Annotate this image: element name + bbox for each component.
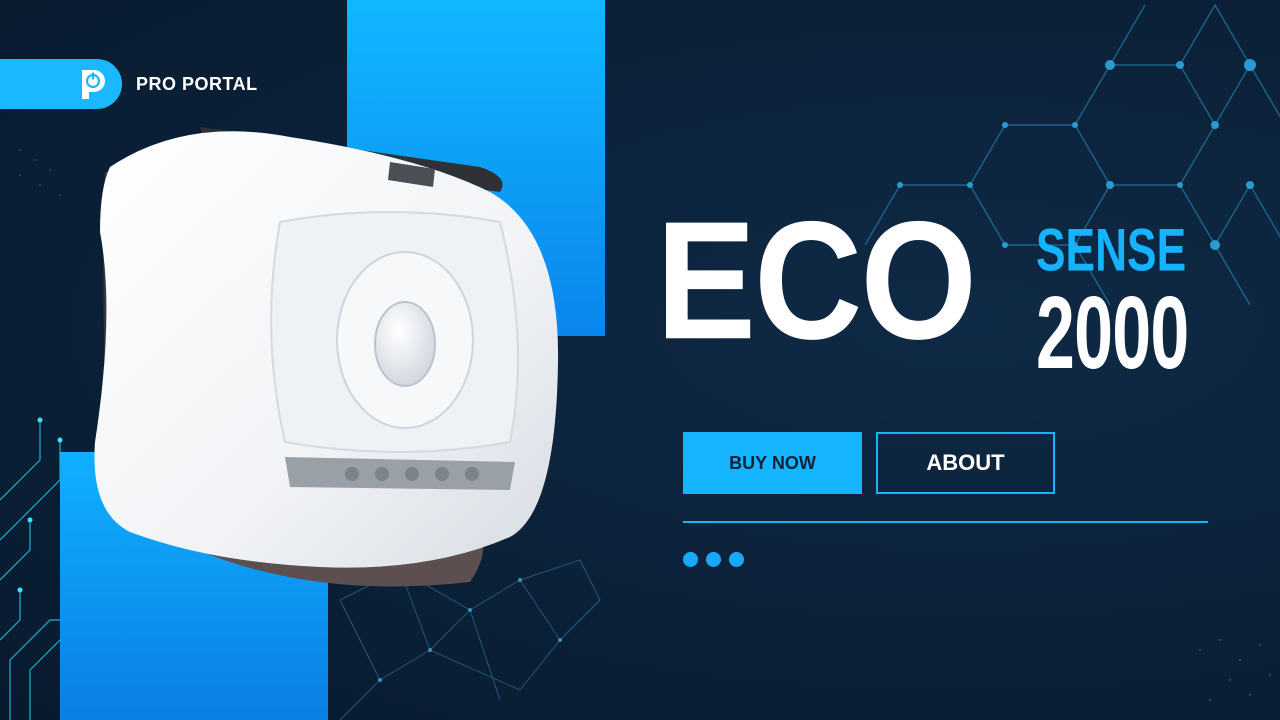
power-p-logo-icon[interactable] <box>76 67 108 101</box>
product-title-main: ECO <box>656 185 977 375</box>
carousel-dot[interactable] <box>729 552 744 567</box>
buy-now-button[interactable]: BUY NOW <box>683 432 862 494</box>
air-purifier-device-image <box>94 127 559 587</box>
product-model-number: 2000 <box>1036 276 1189 391</box>
hero-banner: PRO PORTAL ECO SENSE 2000 BUY NOW ABOUT <box>0 0 1280 720</box>
brand-name[interactable]: PRO PORTAL <box>136 74 258 95</box>
about-button[interactable]: ABOUT <box>876 432 1055 494</box>
carousel-dot[interactable] <box>683 552 698 567</box>
carousel-dot[interactable] <box>706 552 721 567</box>
carousel-dots <box>683 552 744 567</box>
divider-line <box>683 521 1208 523</box>
product-title-sub: SENSE <box>1036 216 1187 284</box>
